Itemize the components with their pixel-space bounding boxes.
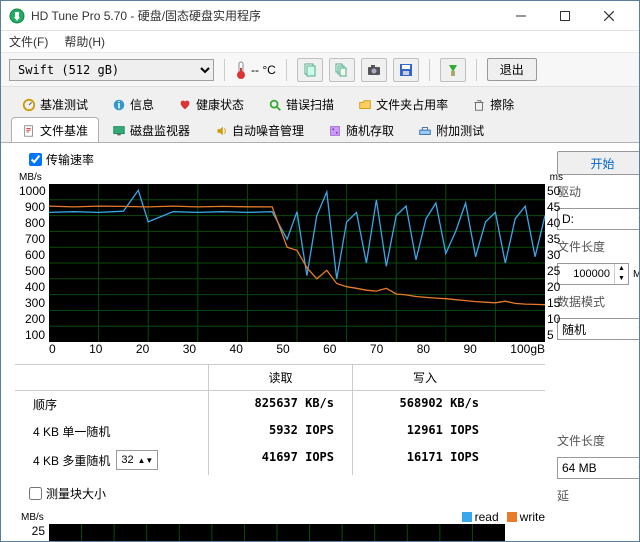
spin-up-icon[interactable]: ▲ xyxy=(615,264,628,274)
menu-help[interactable]: 帮助(H) xyxy=(64,33,105,50)
temperature-display: -- °C xyxy=(235,60,276,80)
mini-legend: read write xyxy=(462,510,545,524)
screenshot-button[interactable] xyxy=(361,58,387,82)
chart-y-right-ticks: 5045403530252015105 xyxy=(547,184,565,342)
transfer-rate-checkbox[interactable] xyxy=(29,153,42,166)
filelen-label: 文件长度 xyxy=(557,238,639,255)
result-row: 顺序825637 KB/s568902 KB/s xyxy=(15,391,545,418)
filelen-input[interactable]: ▲▼ xyxy=(557,263,629,285)
tab-erase[interactable]: 擦除 xyxy=(461,91,525,117)
spin-down-icon[interactable]: ▼ xyxy=(615,274,628,284)
window-title: HD Tune Pro 5.70 - 硬盘/固态硬盘实用程序 xyxy=(31,7,499,24)
tab-folder[interactable]: 文件夹占用率 xyxy=(347,91,459,117)
filelen-unit: MB xyxy=(633,269,639,280)
result-row: 4 KB 单一随机5932 IOPS12961 IOPS xyxy=(15,418,545,445)
toolbar: Swift (512 gB) -- °C 退出 xyxy=(1,53,639,87)
queue-depth-spinner[interactable]: 32 ▲▼ xyxy=(116,450,158,470)
datamode-combo[interactable]: 随机▾ xyxy=(557,318,639,340)
transfer-rate-label: 传输速率 xyxy=(46,151,94,168)
save-button[interactable] xyxy=(393,58,419,82)
chart-y-left-unit: MB/s xyxy=(19,172,42,183)
close-button[interactable] xyxy=(587,2,631,30)
menubar: 文件(F) 帮助(H) xyxy=(1,31,639,53)
mini-y-unit: MB/s xyxy=(21,512,44,523)
tab-errorscan[interactable]: 错误扫描 xyxy=(257,91,345,117)
tab-strip: 基准测试i信息健康状态错误扫描文件夹占用率擦除 文件基准磁盘监视器自动噪音管理随… xyxy=(1,87,639,143)
aam-icon xyxy=(214,124,228,138)
blocksize-chart xyxy=(49,524,505,541)
tab-info[interactable]: i信息 xyxy=(101,91,165,117)
tab-extra[interactable]: 附加测试 xyxy=(407,117,495,143)
erase-icon xyxy=(472,98,486,112)
svg-text:i: i xyxy=(118,99,121,111)
delay-label: 延 xyxy=(557,487,639,504)
options-button[interactable] xyxy=(440,58,466,82)
tab-health[interactable]: 健康状态 xyxy=(167,91,255,117)
copy-button[interactable] xyxy=(297,58,323,82)
drive-label: 驱动 xyxy=(557,183,639,200)
exit-button[interactable]: 退出 xyxy=(487,58,537,81)
filebench-icon xyxy=(22,124,36,138)
chevron-down-icon: ▾ xyxy=(638,324,639,335)
chart-x-ticks: 0102030405060708090100gB xyxy=(49,342,545,356)
col-read: 读取 xyxy=(209,365,353,390)
tab-filebench[interactable]: 文件基准 xyxy=(11,117,99,143)
benchmark-icon xyxy=(22,98,36,112)
chart-y-left-ticks: 1000900800700600500400300200100 xyxy=(19,184,45,342)
app-icon xyxy=(9,8,25,24)
thermometer-icon xyxy=(235,60,247,80)
col-write: 写入 xyxy=(353,365,497,390)
filelen2-combo[interactable]: 64 MB▾ xyxy=(557,457,639,479)
tab-monitor[interactable]: 磁盘监视器 xyxy=(101,117,201,143)
maximize-button[interactable] xyxy=(543,2,587,30)
transfer-chart xyxy=(49,184,545,342)
menu-file[interactable]: 文件(F) xyxy=(9,33,48,50)
chart-y-right-unit: ms xyxy=(550,172,563,183)
datamode-label: 数据模式 xyxy=(557,293,639,310)
drive-select[interactable]: Swift (512 gB) xyxy=(9,59,214,81)
monitor-icon xyxy=(112,124,126,138)
blocksize-label: 测量块大小 xyxy=(46,485,106,502)
tab-random[interactable]: 随机存取 xyxy=(317,117,405,143)
results-table: 读取 写入 顺序825637 KB/s568902 KB/s4 KB 单一随机5… xyxy=(15,364,545,475)
extra-icon xyxy=(418,124,432,138)
info-icon: i xyxy=(112,98,126,112)
result-row: 4 KB 多重随机32 ▲▼41697 IOPS16171 IOPS xyxy=(15,445,545,475)
random-icon xyxy=(328,124,342,138)
filelen2-label: 文件长度 xyxy=(557,432,639,449)
minimize-button[interactable] xyxy=(499,2,543,30)
folder-icon xyxy=(358,98,372,112)
titlebar: HD Tune Pro 5.70 - 硬盘/固态硬盘实用程序 xyxy=(1,1,639,31)
tab-aam[interactable]: 自动噪音管理 xyxy=(203,117,315,143)
copy-all-button[interactable] xyxy=(329,58,355,82)
chevron-down-icon: ▾ xyxy=(638,463,639,474)
start-button[interactable]: 开始 xyxy=(557,151,639,175)
health-icon xyxy=(178,98,192,112)
errorscan-icon xyxy=(268,98,282,112)
tab-benchmark[interactable]: 基准测试 xyxy=(11,91,99,117)
blocksize-checkbox[interactable] xyxy=(29,487,42,500)
mini-y-ticks: 252015 xyxy=(27,524,45,541)
chevron-down-icon: ▾ xyxy=(638,214,639,225)
drive-combo[interactable]: D:▾ xyxy=(557,208,639,230)
